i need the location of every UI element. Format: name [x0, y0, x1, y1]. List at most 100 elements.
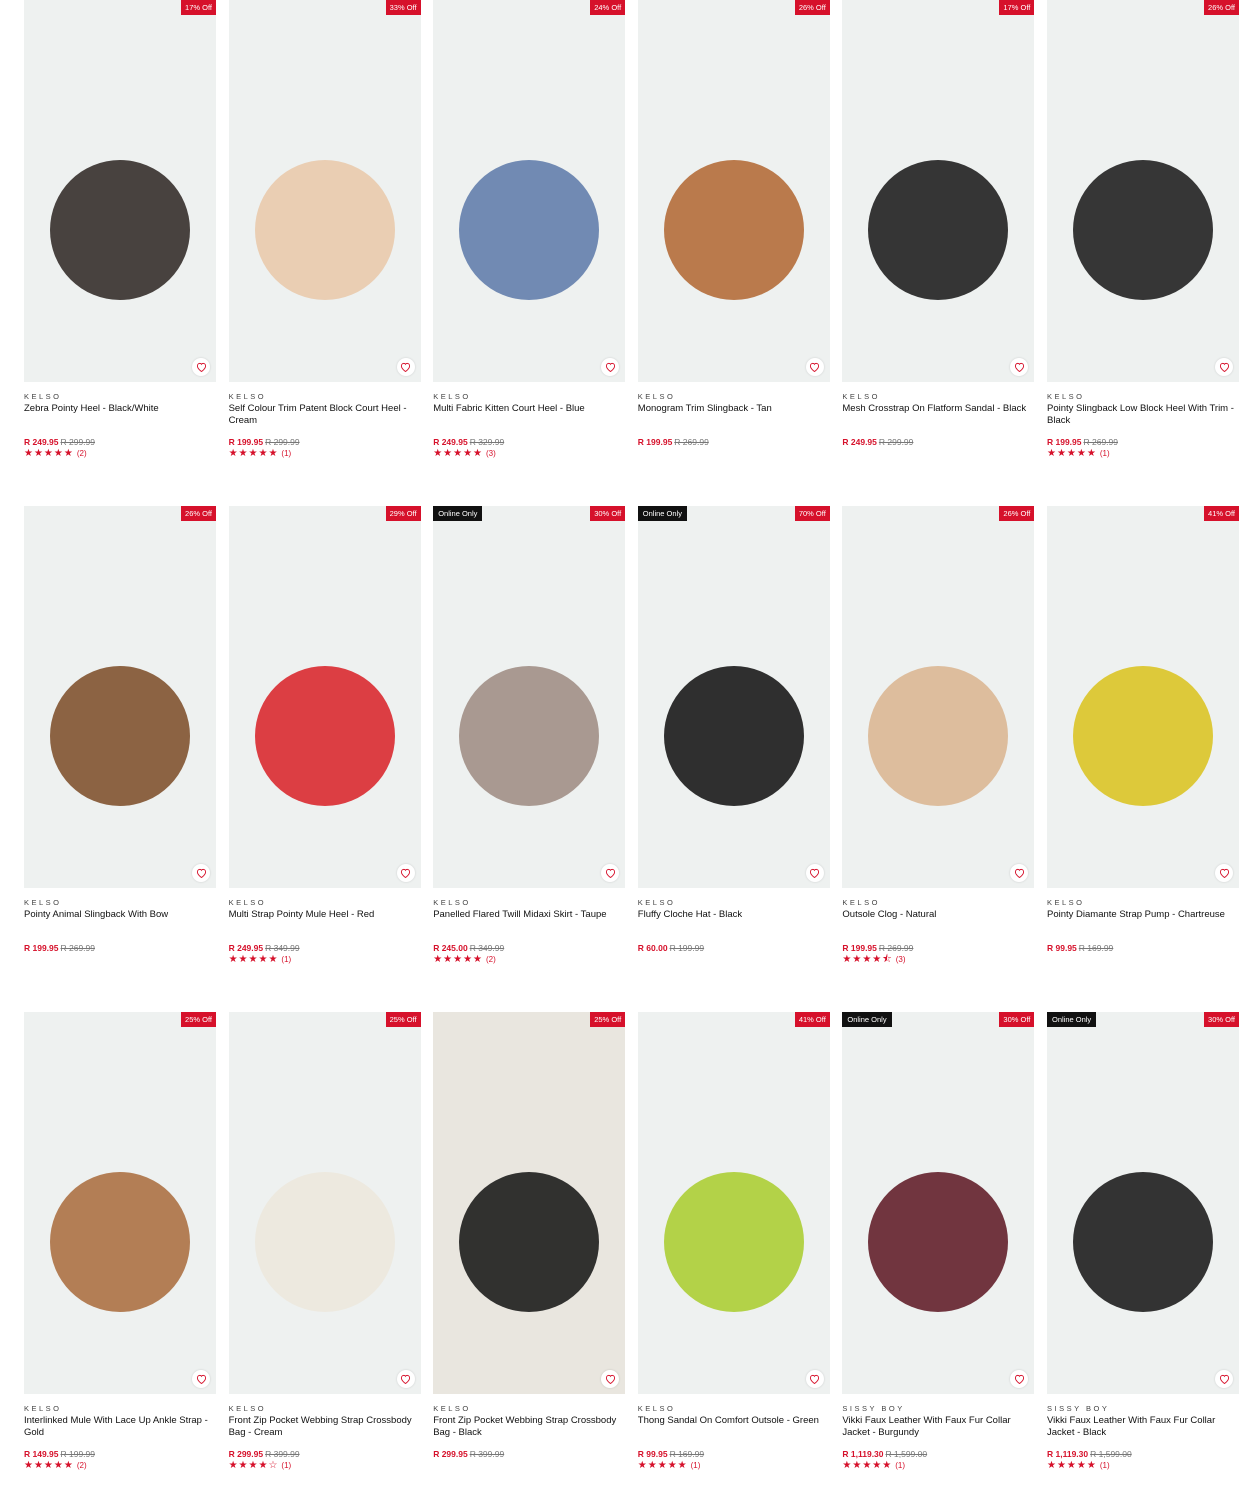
- heart-icon: [401, 868, 411, 878]
- product-card[interactable]: 25% Off KELSO Interlinked Mule With Lace U…: [24, 1012, 216, 1471]
- product-name[interactable]: Front Zip Pocket Webbing Strap Crossbody…: [433, 1415, 625, 1449]
- review-count[interactable]: (1): [691, 1461, 701, 1470]
- product-rating: ★★★★★ (1): [842, 1460, 1034, 1471]
- wishlist-button[interactable]: [192, 358, 210, 376]
- wishlist-button[interactable]: [805, 1370, 824, 1388]
- heart-icon: [196, 1374, 206, 1384]
- wishlist-button[interactable]: [396, 358, 415, 376]
- product-card[interactable]: 17% Off KELSO Mesh Crosstrap On Flatform S…: [842, 0, 1035, 459]
- wishlist-button[interactable]: [805, 358, 824, 376]
- product-image[interactable]: 25% Off: [24, 1012, 216, 1394]
- product-card[interactable]: 41% Off KELSO Thong Sandal On Comfort Outs…: [637, 1012, 830, 1471]
- product-rating: ★★★★★ (1): [638, 1460, 830, 1471]
- wishlist-button[interactable]: [192, 864, 210, 882]
- product-name[interactable]: Multi Strap Pointy Mule Heel - Red: [229, 909, 421, 943]
- product-card[interactable]: 17% Off KELSO Zebra Pointy Heel - Black/Wh…: [24, 0, 216, 459]
- product-image[interactable]: 41% Off: [1047, 506, 1239, 888]
- product-card[interactable]: 25% Off KELSO Front Zip Pocket Webbing Str…: [433, 1012, 626, 1471]
- product-brand: KELSO: [228, 898, 267, 907]
- product-card[interactable]: 29% Off KELSO Multi Strap Pointy Mule Heel…: [228, 506, 421, 965]
- review-count[interactable]: (1): [1100, 1461, 1110, 1470]
- review-count[interactable]: (1): [1100, 449, 1110, 458]
- wishlist-button[interactable]: [396, 1370, 415, 1388]
- product-name[interactable]: Vikki Faux Leather With Faux Fur Collar …: [1047, 1415, 1239, 1449]
- product-card[interactable]: 24% Off KELSO Multi Fabric Kitten Court He…: [433, 0, 626, 459]
- product-card[interactable]: 33% Off KELSO Self Colour Trim Patent Bloc…: [228, 0, 421, 459]
- product-photo: [254, 666, 395, 806]
- heart-icon: [196, 362, 206, 372]
- review-count[interactable]: (3): [486, 449, 496, 458]
- product-card[interactable]: Online Only 30% Off SISSY BOY Vikki Faux Le…: [842, 1012, 1035, 1471]
- wishlist-button[interactable]: [805, 864, 824, 882]
- product-name[interactable]: Pointy Diamante Strap Pump - Chartreuse: [1047, 909, 1239, 943]
- original-price: R 269.99: [60, 943, 96, 953]
- review-count[interactable]: (1): [281, 449, 291, 458]
- product-name[interactable]: Pointy Animal Slingback With Bow: [24, 909, 216, 943]
- wishlist-button[interactable]: [396, 864, 415, 882]
- review-count[interactable]: (1): [895, 1461, 905, 1470]
- discount-badge: 17% Off: [999, 0, 1035, 15]
- product-card[interactable]: 26% Off KELSO Outsole Clog - Natural R 199.…: [842, 506, 1035, 965]
- original-price: R 399.99: [469, 1449, 505, 1459]
- product-name[interactable]: Mesh Crosstrap On Flatform Sandal - Blac…: [842, 403, 1034, 437]
- product-card[interactable]: 41% Off KELSO Pointy Diamante Strap Pump -…: [1047, 506, 1239, 965]
- product-name[interactable]: Multi Fabric Kitten Court Heel - Blue: [433, 403, 625, 437]
- product-image[interactable]: 25% Off: [433, 1012, 626, 1394]
- price-row: R 199.95 R 269.99: [1047, 437, 1239, 447]
- product-card[interactable]: 25% Off KELSO Front Zip Pocket Webbing Str…: [228, 1012, 421, 1471]
- product-image[interactable]: 26% Off: [24, 506, 216, 888]
- product-image[interactable]: 25% Off: [228, 1012, 421, 1394]
- product-card[interactable]: Online Only 30% Off KELSO Panelled Flared T…: [433, 506, 626, 965]
- heart-icon: [810, 1374, 820, 1384]
- product-card[interactable]: Online Only 30% Off SISSY BOY Vikki Faux Le…: [1047, 1012, 1239, 1471]
- review-count[interactable]: (1): [281, 955, 291, 964]
- heart-icon: [1219, 868, 1229, 878]
- wishlist-button[interactable]: [1215, 358, 1233, 376]
- heart-icon: [401, 1374, 411, 1384]
- product-image[interactable]: Online Only 30% Off: [842, 1012, 1035, 1394]
- star-icon: ★★★★★: [1047, 1460, 1097, 1471]
- product-name[interactable]: Panelled Flared Twill Midaxi Skirt - Tau…: [433, 909, 625, 943]
- product-card[interactable]: 26% Off KELSO Pointy Slingback Low Block H…: [1047, 0, 1239, 459]
- review-count[interactable]: (2): [77, 1461, 87, 1470]
- price-row: R 99.95 R 169.99: [638, 1449, 830, 1459]
- product-image[interactable]: 41% Off: [637, 1012, 830, 1394]
- wishlist-button[interactable]: [192, 1370, 210, 1388]
- product-card[interactable]: 26% Off KELSO Monogram Trim Slingback - Ta…: [637, 0, 830, 459]
- product-image[interactable]: 26% Off: [842, 506, 1035, 888]
- product-rating: ★★★★★ (1): [229, 448, 421, 459]
- product-name[interactable]: Zebra Pointy Heel - Black/White: [24, 403, 216, 437]
- sale-price: R 199.95: [1047, 437, 1082, 447]
- wishlist-button[interactable]: [1215, 864, 1233, 882]
- product-name[interactable]: Interlinked Mule With Lace Up Ankle Stra…: [24, 1415, 216, 1449]
- heart-icon: [401, 362, 411, 372]
- review-count[interactable]: (3): [896, 955, 906, 964]
- product-card[interactable]: Online Only 70% Off KELSO Fluffy Cloche Hat…: [637, 506, 830, 965]
- product-image[interactable]: 24% Off: [433, 0, 626, 382]
- product-image[interactable]: 17% Off: [24, 0, 216, 382]
- review-count[interactable]: (1): [281, 1461, 291, 1470]
- product-image[interactable]: 26% Off: [1047, 0, 1239, 382]
- product-image[interactable]: 17% Off: [842, 0, 1035, 382]
- review-count[interactable]: (2): [77, 449, 87, 458]
- product-name[interactable]: Vikki Faux Leather With Faux Fur Collar …: [842, 1415, 1034, 1449]
- product-name[interactable]: Monogram Trim Slingback - Tan: [638, 403, 830, 437]
- sale-price: R 199.95: [24, 943, 59, 953]
- product-name[interactable]: Pointy Slingback Low Block Heel With Tri…: [1047, 403, 1239, 437]
- product-name[interactable]: Outsole Clog - Natural: [842, 909, 1034, 943]
- review-count[interactable]: (2): [486, 955, 496, 964]
- product-name[interactable]: Thong Sandal On Comfort Outsole - Green: [638, 1415, 830, 1449]
- discount-badge: 26% Off: [1204, 0, 1239, 15]
- product-image[interactable]: 33% Off: [228, 0, 421, 382]
- product-image[interactable]: Online Only 30% Off: [1047, 1012, 1239, 1394]
- wishlist-button[interactable]: [1215, 1370, 1233, 1388]
- product-image[interactable]: Online Only 70% Off: [637, 506, 830, 888]
- product-name[interactable]: Self Colour Trim Patent Block Court Heel…: [229, 403, 421, 437]
- product-name[interactable]: Fluffy Cloche Hat - Black: [638, 909, 830, 943]
- product-name[interactable]: Front Zip Pocket Webbing Strap Crossbody…: [229, 1415, 421, 1449]
- product-image[interactable]: Online Only 30% Off: [433, 506, 626, 888]
- product-card[interactable]: 26% Off KELSO Pointy Animal Slingback With…: [24, 506, 216, 965]
- product-image[interactable]: 26% Off: [637, 0, 830, 382]
- product-image[interactable]: 29% Off: [228, 506, 421, 888]
- product-photo: [663, 666, 804, 806]
